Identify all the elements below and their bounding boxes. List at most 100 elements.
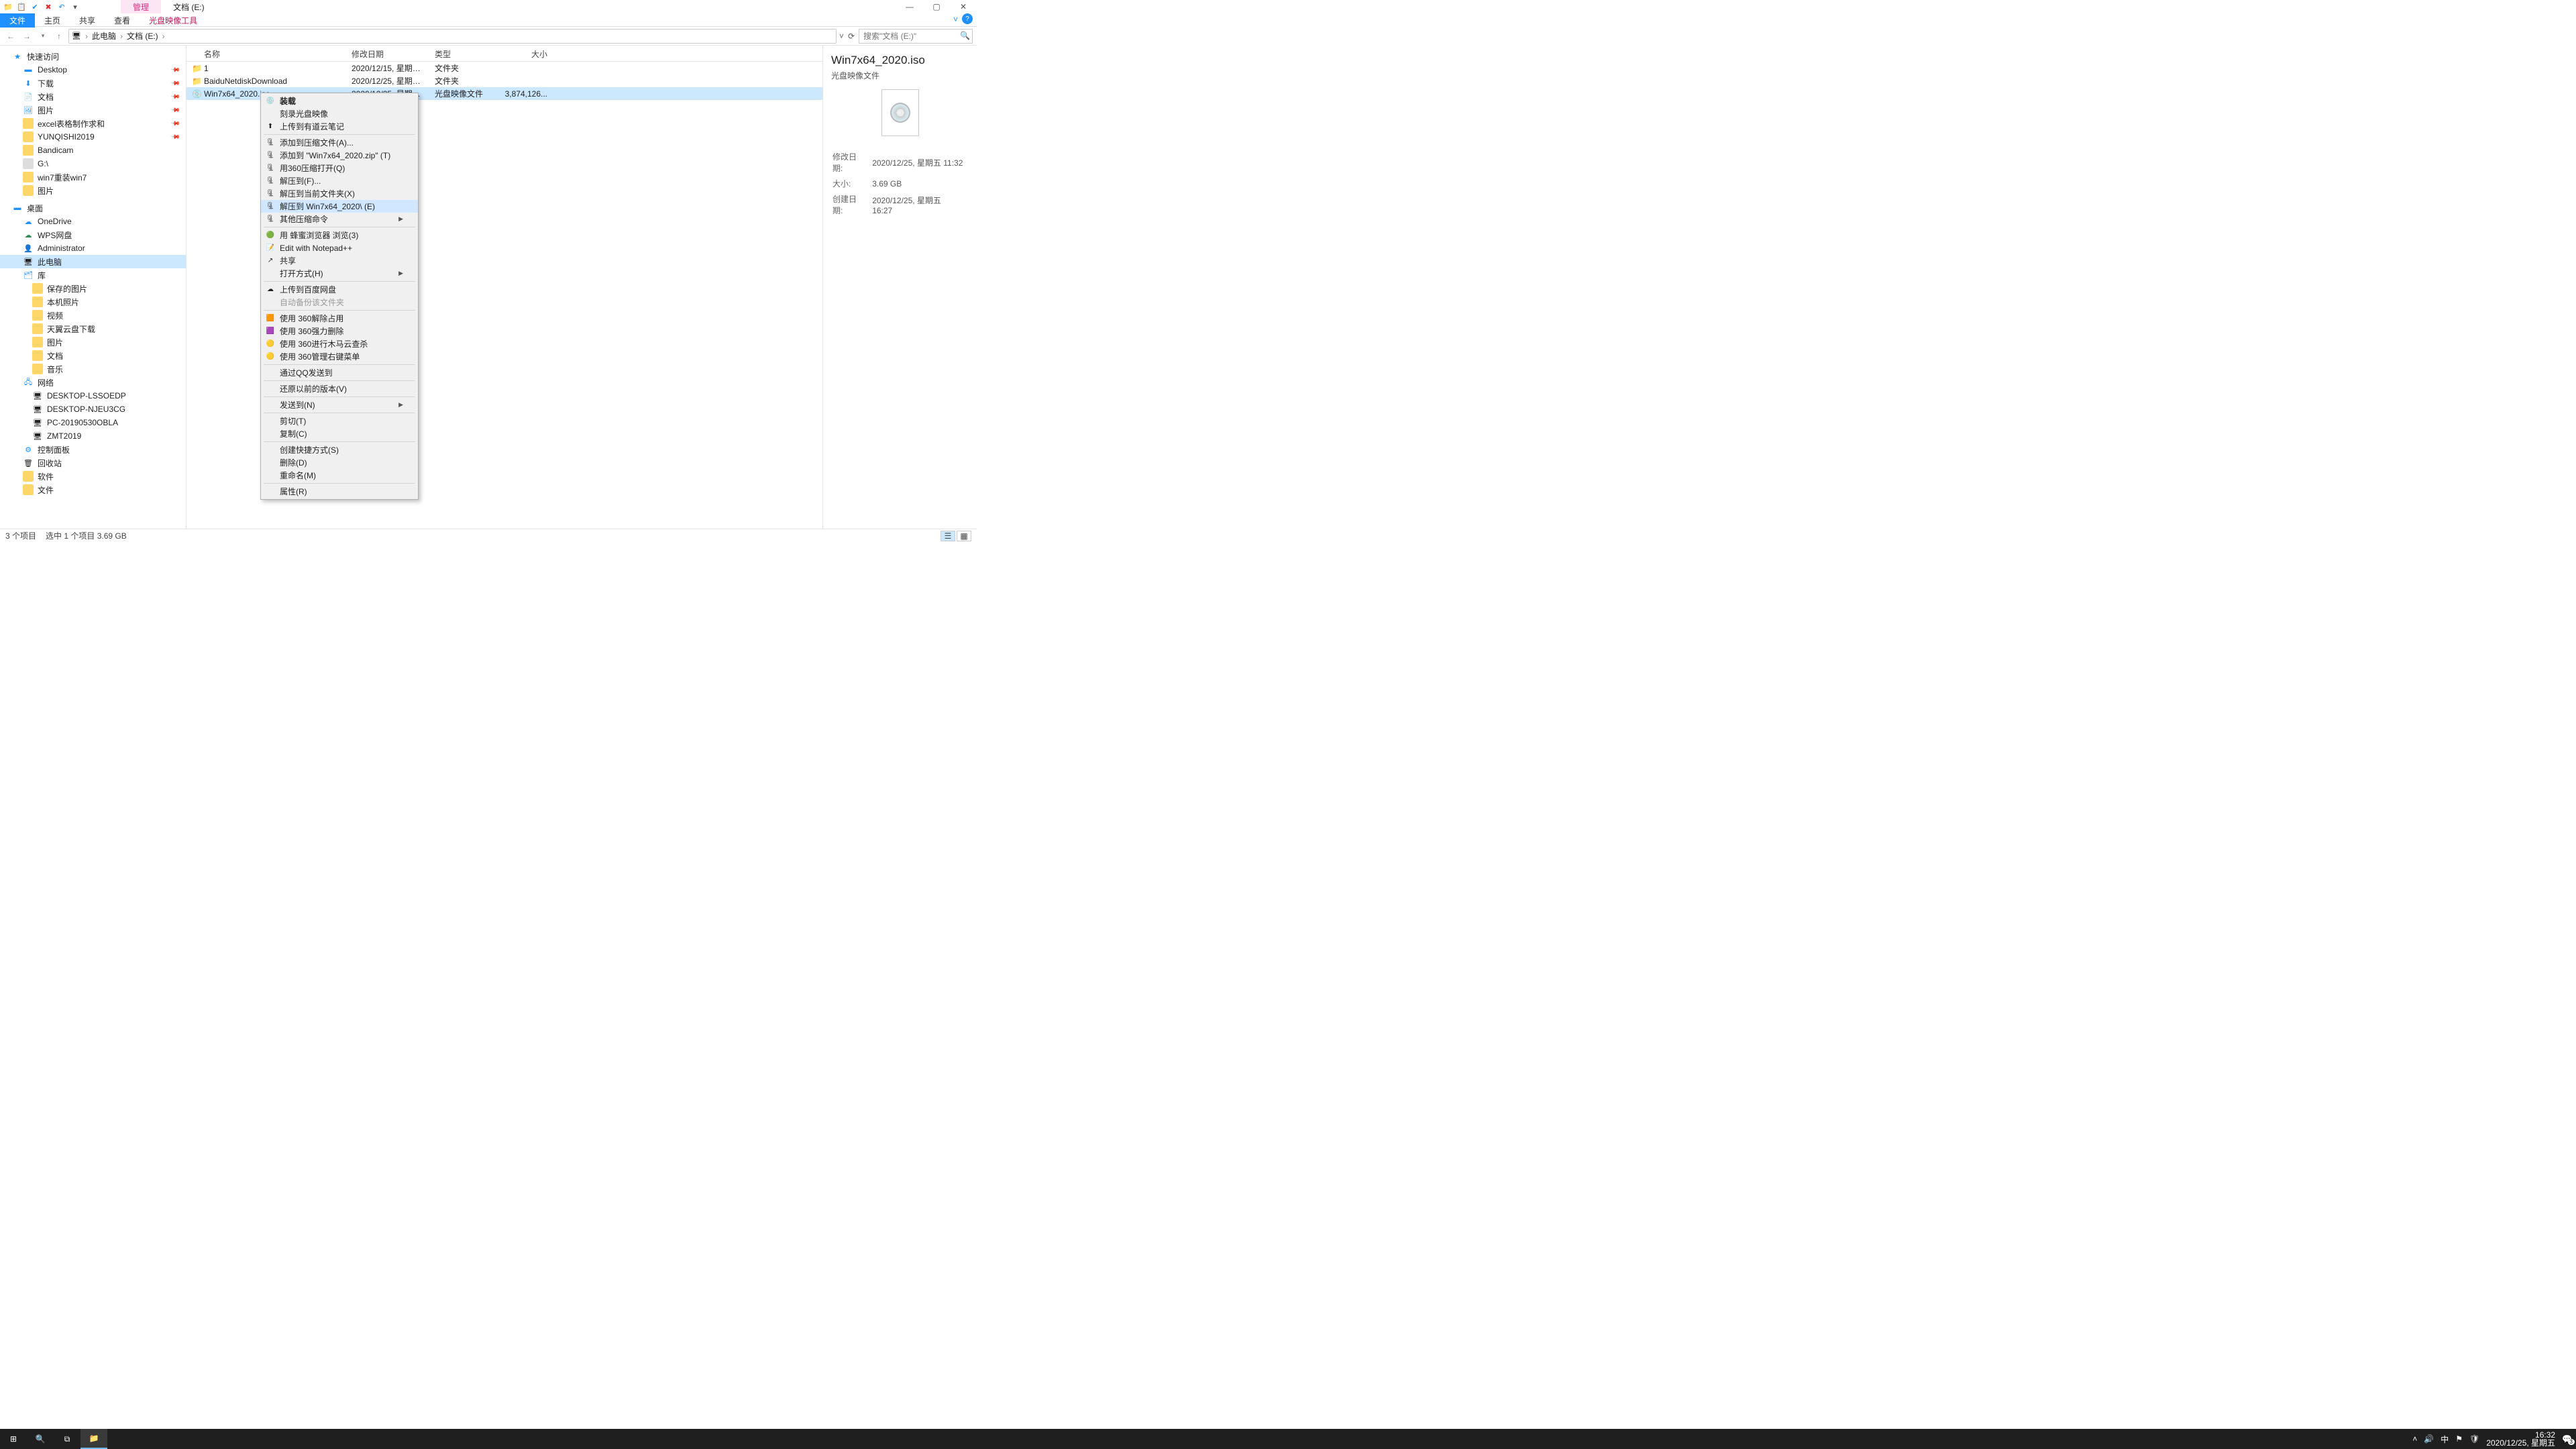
nav-quick-item[interactable]: 📄文档📌 [0,90,186,103]
context-menu-item[interactable]: 🗜解压到(F)... [261,174,418,187]
chevron-right-icon[interactable]: › [161,32,166,41]
context-menu-item[interactable]: 📝Edit with Notepad++ [261,241,418,254]
nav-history-dropdown[interactable]: ▾ [36,32,50,40]
breadcrumb-drive[interactable]: 文档 (E:) [127,30,158,42]
col-size[interactable]: 大小 [499,46,553,61]
nav-forward-button[interactable]: → [20,32,34,41]
nav-quick-item[interactable]: excel表格制作求和📌 [0,117,186,130]
nav-up-button[interactable]: ↑ [52,32,66,41]
col-date[interactable]: 修改日期 [346,46,429,61]
taskbar-clock[interactable]: 16:32 2020/12/25, 星期五 [2486,1431,2555,1447]
context-menu-item[interactable]: 🗜用360压缩打开(Q) [261,162,418,174]
col-type[interactable]: 类型 [429,46,499,61]
context-menu-item[interactable]: 重命名(M) [261,469,418,482]
context-menu-item[interactable]: 复制(C) [261,427,418,440]
ribbon-tab-file[interactable]: 文件 [0,13,35,28]
context-menu-item[interactable]: ⬆上传到有道云笔记 [261,120,418,133]
taskbar-explorer[interactable]: 📁 [80,1429,107,1449]
nav-net-item[interactable]: 🖥DESKTOP-NJEU3CG [0,402,186,416]
nav-lib-item[interactable]: 本机照片 [0,295,186,309]
context-menu-item[interactable]: 🟡使用 360管理右键菜单 [261,350,418,363]
tray-shield-icon[interactable]: 🛡 [2469,1434,2479,1444]
context-menu-item[interactable]: 🟡使用 360进行木马云查杀 [261,337,418,350]
context-menu-item[interactable]: 🟪使用 360强力删除 [261,325,418,337]
nav-wps[interactable]: ☁WPS网盘 [0,228,186,241]
nav-lib-item[interactable]: 天翼云盘下载 [0,322,186,335]
breadcrumb[interactable]: 🖥 › 此电脑 › 文档 (E:) › [68,29,837,44]
refresh-icon[interactable]: ⟳ [848,32,855,41]
nav-lib-item[interactable]: 图片 [0,335,186,349]
context-menu-item[interactable]: 还原以前的版本(V) [261,382,418,395]
nav-quick-item[interactable]: win7重装win7 [0,170,186,184]
tray-expand-icon[interactable]: ˄ [2412,1434,2417,1444]
breadcrumb-this-pc[interactable]: 此电脑 [92,30,116,42]
context-menu-item[interactable]: 🗜添加到压缩文件(A)... [261,136,418,149]
context-menu-item[interactable]: 🗜解压到当前文件夹(X) [261,187,418,200]
nav-network[interactable]: 🖧网络 [0,376,186,389]
context-menu-item[interactable]: 刻录光盘映像 [261,107,418,120]
context-tab-manage[interactable]: 管理 [121,0,161,13]
nav-quick-access[interactable]: ★快速访问 [0,50,186,63]
context-menu-item[interactable]: 属性(R) [261,485,418,498]
chevron-right-icon[interactable]: › [84,32,89,41]
nav-quick-item[interactable]: Bandicam [0,144,186,157]
start-button[interactable]: ⊞ [0,1429,27,1449]
context-menu-item[interactable]: 🟧使用 360解除占用 [261,312,418,325]
nav-net-item[interactable]: 🖥PC-20190530OBLA [0,416,186,429]
nav-lib-item[interactable]: 文档 [0,349,186,362]
maximize-button[interactable]: ▢ [923,2,950,11]
view-details-button[interactable]: ☰ [941,531,955,541]
qat-dropdown-icon[interactable]: ▾ [70,1,80,12]
context-menu-item[interactable]: 💿装载 [261,95,418,107]
nav-net-item[interactable]: 🖥DESKTOP-LSSOEDP [0,389,186,402]
ribbon-tab-home[interactable]: 主页 [35,13,70,28]
ribbon-tab-iso-tools[interactable]: 光盘映像工具 [140,13,207,28]
nav-recycle-bin[interactable]: 🗑回收站 [0,456,186,470]
task-view-button[interactable]: ⧉ [54,1429,80,1449]
context-menu-item[interactable]: 通过QQ发送到 [261,366,418,379]
minimize-button[interactable]: — [896,2,923,11]
context-menu-item[interactable]: 打开方式(H)▶ [261,267,418,280]
nav-net-item[interactable]: 🖥ZMT2019 [0,429,186,443]
breadcrumb-dropdown-icon[interactable]: ˅ [839,32,844,41]
nav-desktop[interactable]: ▬桌面 [0,201,186,215]
context-menu-item[interactable]: 发送到(N)▶ [261,398,418,411]
nav-back-button[interactable]: ← [4,32,17,41]
ime-indicator[interactable]: 中 [2440,1434,2449,1445]
nav-user[interactable]: 👤Administrator [0,241,186,255]
nav-quick-item[interactable]: G:\ [0,157,186,170]
ribbon-tab-share[interactable]: 共享 [70,13,105,28]
nav-quick-item[interactable]: ▬Desktop📌 [0,63,186,76]
qat-delete-icon[interactable]: ✖ [43,1,54,12]
context-menu-item[interactable]: ☁上传到百度网盘 [261,283,418,296]
nav-quick-item[interactable]: 🖼图片📌 [0,103,186,117]
context-menu-item[interactable]: 🗜其他压缩命令▶ [261,213,418,225]
nav-lib-item[interactable]: 音乐 [0,362,186,376]
file-row[interactable]: 📁 1 2020/12/15, 星期二 1... 文件夹 [186,62,822,74]
context-menu-item[interactable]: 🟢用 蜂蜜浏览器 浏览(3) [261,229,418,241]
action-center-icon[interactable]: 💬 [2562,1434,2572,1444]
qat-check-icon[interactable]: ✔ [30,1,40,12]
search-button[interactable]: 🔍 [27,1429,54,1449]
file-row[interactable]: 📁 BaiduNetdiskDownload 2020/12/25, 星期五 1… [186,74,822,87]
chevron-right-icon[interactable]: › [119,32,124,41]
volume-icon[interactable]: 🔊 [2424,1434,2434,1444]
view-icons-button[interactable]: ▦ [957,531,971,541]
nav-quick-item[interactable]: ⬇下载📌 [0,76,186,90]
qat-undo-icon[interactable]: ↶ [56,1,67,12]
nav-software[interactable]: 软件 [0,470,186,483]
context-menu-item[interactable]: 创建快捷方式(S) [261,443,418,456]
help-icon[interactable]: ? [962,13,973,24]
nav-quick-item[interactable]: 图片 [0,184,186,197]
nav-lib-item[interactable]: 保存的图片 [0,282,186,295]
context-menu-item[interactable]: 删除(D) [261,456,418,469]
nav-this-pc[interactable]: 🖥此电脑 [0,255,186,268]
search-input[interactable] [859,29,973,44]
nav-onedrive[interactable]: ☁OneDrive [0,215,186,228]
ribbon-tab-view[interactable]: 查看 [105,13,140,28]
context-menu-item[interactable]: 🗜解压到 Win7x64_2020\ (E) [261,200,418,213]
tray-flag-icon[interactable]: ⚑ [2455,1434,2463,1444]
nav-control-panel[interactable]: ⚙控制面板 [0,443,186,456]
close-button[interactable]: ✕ [950,2,977,11]
context-menu-item[interactable]: 剪切(T) [261,415,418,427]
